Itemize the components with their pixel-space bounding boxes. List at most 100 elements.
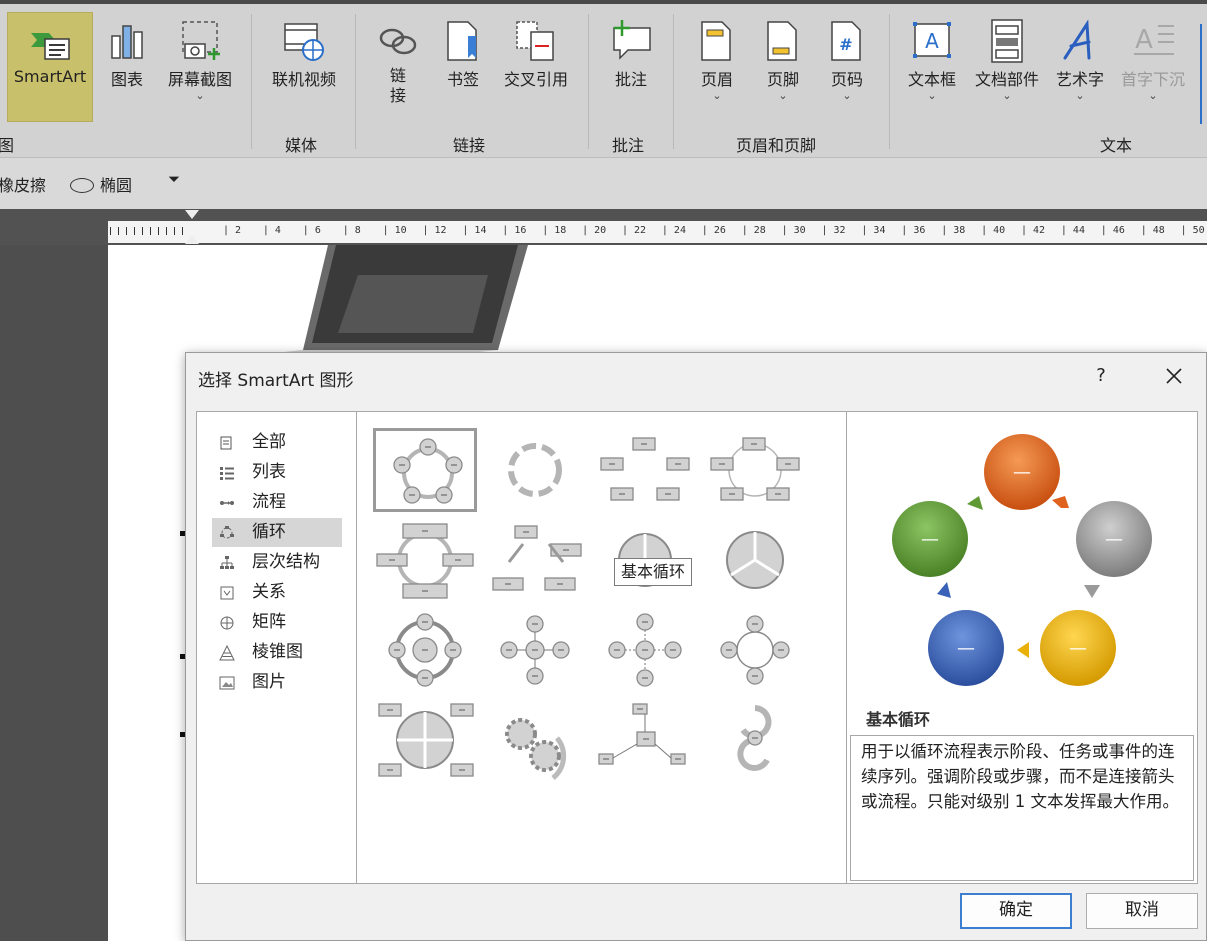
- ribbon: SmartArt 图表 屏幕截图 ⌄ 联机视频 链 接 书签 交叉引用 批注 页…: [0, 0, 1207, 157]
- category-list: 全部 列表 流程 循环层次结构关系 矩阵 棱锥图图片: [196, 411, 357, 884]
- layout-thumbnail[interactable]: [703, 608, 807, 692]
- cycle-node-label: —: [921, 529, 939, 550]
- layout-diagram-icon: [388, 613, 462, 687]
- group-separator: [355, 14, 356, 149]
- layout-diagram-icon: [600, 437, 690, 501]
- layout-diagram-icon: [393, 438, 463, 504]
- cancel-button[interactable]: 取消: [1086, 893, 1198, 929]
- comment-icon: [613, 20, 651, 60]
- help-button[interactable]: ?: [1089, 365, 1113, 386]
- layout-diagram-icon: [376, 523, 474, 599]
- layout-diagram-icon: [505, 718, 567, 780]
- link-button[interactable]: 链 接: [370, 12, 426, 120]
- layout-thumbnail[interactable]: [593, 608, 697, 692]
- header-button[interactable]: 页眉 ⌄: [690, 12, 744, 120]
- layout-thumbnail[interactable]: [483, 428, 587, 512]
- quick-parts-icon: [991, 19, 1023, 63]
- cycle-node-label: —: [1069, 638, 1087, 659]
- dialog-title: 选择 SmartArt 图形: [198, 371, 354, 391]
- laptop-image: [208, 245, 528, 360]
- ellipse-button[interactable]: 椭圆: [70, 172, 132, 196]
- layout-diagram-icon: [508, 443, 562, 497]
- picture-icon: [219, 676, 235, 690]
- category-item[interactable]: 层次结构: [212, 548, 342, 577]
- layout-diagram-icon: [710, 437, 800, 501]
- more-icon[interactable]: [1200, 24, 1207, 124]
- layout-diagram-icon: [492, 525, 582, 591]
- wordart-icon: [1063, 19, 1091, 60]
- indent-marker-icon[interactable]: [185, 235, 199, 244]
- category-item[interactable]: 矩阵: [212, 608, 342, 637]
- page-number-button[interactable]: # 页码 ⌄: [820, 12, 874, 120]
- category-item[interactable]: 全部: [212, 428, 342, 457]
- group-label-links: 链接: [453, 136, 486, 155]
- cycle-preview-graphic: — — — — —: [892, 434, 1152, 686]
- category-label: 层次结构: [252, 552, 320, 572]
- footer-button[interactable]: 页脚 ⌄: [756, 12, 810, 120]
- category-label: 图片: [252, 672, 286, 692]
- category-item[interactable]: 图片: [212, 668, 342, 697]
- smartart-button[interactable]: SmartArt: [7, 12, 93, 122]
- cycle-node-label: —: [957, 638, 975, 659]
- layout-thumbnail[interactable]: [483, 518, 587, 602]
- ruler-label: | 48: [1140, 225, 1165, 236]
- ruler-label: | 12: [422, 225, 447, 236]
- preview-panel: — — — — — 基本循环 用于以循环流程表示阶段、任务或事件的连续序列。强调…: [846, 411, 1198, 884]
- layout-thumbnail[interactable]: [373, 608, 477, 692]
- smartart-label: SmartArt: [13, 67, 87, 86]
- ruler-label: | 6: [302, 225, 321, 236]
- layout-thumbnail[interactable]: [373, 698, 477, 782]
- layout-thumbnail[interactable]: [703, 518, 807, 602]
- pyramid-icon: [219, 645, 235, 661]
- wordart-button[interactable]: 艺术字 ⌄: [1050, 12, 1110, 120]
- category-item[interactable]: 棱锥图: [212, 638, 342, 667]
- layout-thumbnail[interactable]: [703, 698, 807, 782]
- layout-thumbnail[interactable]: [593, 428, 697, 512]
- ruler-label: | 14: [462, 225, 487, 236]
- more-shapes-chevron-icon[interactable]: ⏷: [168, 170, 180, 188]
- layout-diagram-icon: [598, 703, 686, 765]
- layout-thumbnail[interactable]: [373, 428, 477, 512]
- cycle-arrow-icon: [1052, 496, 1069, 508]
- layout-diagram-icon: [608, 613, 682, 687]
- ruler-label: | 34: [861, 225, 886, 236]
- drop-cap-button[interactable]: A 首字下沉 ⌄: [1114, 12, 1192, 120]
- layout-diagram-icon: [737, 705, 772, 771]
- layout-thumbnail[interactable]: [593, 698, 697, 782]
- indent-marker-icon[interactable]: [185, 210, 199, 219]
- drop-cap-icon: A: [1134, 25, 1174, 55]
- text-box-button[interactable]: A 文本框 ⌄: [900, 12, 964, 120]
- category-item[interactable]: 循环: [212, 518, 342, 547]
- close-icon: [1166, 368, 1182, 384]
- svg-text:#: #: [839, 35, 852, 54]
- eraser-button[interactable]: 橡皮擦: [0, 172, 46, 196]
- smartart-dialog: 选择 SmartArt 图形 ? 全部 列表 流程 循环 层次结构 关系 矩阵 棱锥图 图片 基…: [185, 352, 1207, 941]
- screenshot-button[interactable]: 屏幕截图 ⌄: [160, 12, 240, 120]
- online-video-button[interactable]: 联机视频: [262, 12, 346, 120]
- layout-thumbnail[interactable]: [483, 698, 587, 782]
- close-button[interactable]: [1156, 361, 1192, 391]
- chevron-down-icon: ⌄: [842, 89, 852, 102]
- category-item[interactable]: 关系: [212, 578, 342, 607]
- layout-diagram-icon: [500, 615, 570, 685]
- ruler-label: | 18: [542, 225, 567, 236]
- layout-thumbnail[interactable]: [703, 428, 807, 512]
- layout-diagram-icon: [720, 615, 790, 685]
- cross-reference-button[interactable]: 交叉引用: [498, 12, 574, 120]
- cycle-arrow-icon: [937, 582, 951, 598]
- ok-button[interactable]: 确定: [960, 893, 1072, 929]
- quick-parts-button[interactable]: 文档部件 ⌄: [968, 12, 1046, 120]
- process-icon: [220, 501, 234, 505]
- new-comment-button[interactable]: 批注: [602, 12, 660, 120]
- chart-button[interactable]: 图表: [100, 12, 154, 120]
- bookmark-button[interactable]: 书签: [440, 12, 486, 120]
- layout-thumbnail[interactable]: [483, 608, 587, 692]
- page-number-icon: #: [831, 21, 861, 61]
- ruler-label: | 10: [382, 225, 407, 236]
- link-icon: [379, 28, 417, 55]
- category-item[interactable]: 列表: [212, 458, 342, 487]
- category-item[interactable]: 流程: [212, 488, 342, 517]
- ruler-strip: | 2 | 4 | 6 | 8 | 10 | 12 | 14 | 16 | 18 | 20 | 22…: [108, 221, 1207, 243]
- layout-thumbnail[interactable]: [373, 518, 477, 602]
- cross-reference-label: 交叉引用: [503, 70, 568, 89]
